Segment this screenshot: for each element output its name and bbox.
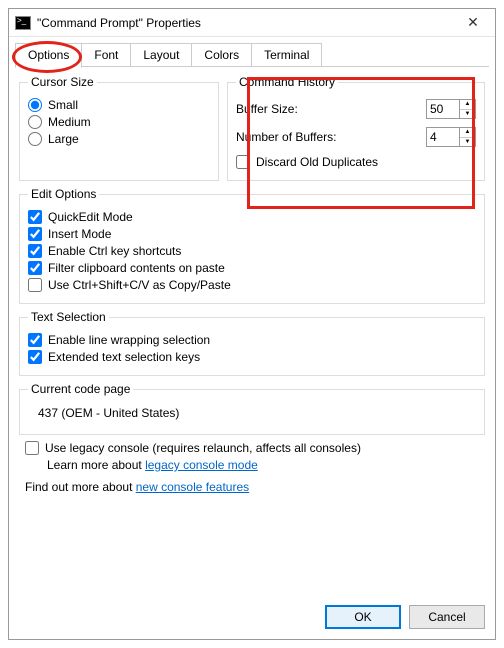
discard-dupes-label: Discard Old Duplicates bbox=[256, 155, 378, 169]
useshiftcv-label: Use Ctrl+Shift+C/V as Copy/Paste bbox=[48, 278, 231, 292]
cmd-icon bbox=[15, 16, 31, 30]
buffer-size-spinner[interactable]: ▲ ▼ bbox=[426, 99, 476, 119]
command-history-group: Command History Buffer Size: ▲ ▼ Number … bbox=[227, 75, 485, 181]
close-button[interactable]: ✕ bbox=[455, 10, 491, 36]
legacy-checkbox[interactable] bbox=[25, 441, 39, 455]
legacy-learn-link[interactable]: legacy console mode bbox=[145, 458, 258, 472]
cursor-size-legend: Cursor Size bbox=[28, 75, 97, 89]
cursor-small-radio[interactable] bbox=[28, 98, 42, 112]
linewrap-row[interactable]: Enable line wrapping selection bbox=[28, 333, 476, 347]
num-buffers-spinner[interactable]: ▲ ▼ bbox=[426, 127, 476, 147]
ctrlshort-label: Enable Ctrl key shortcuts bbox=[48, 244, 181, 258]
codepage-legend: Current code page bbox=[28, 382, 133, 396]
ok-button[interactable]: OK bbox=[325, 605, 401, 629]
linewrap-label: Enable line wrapping selection bbox=[48, 333, 210, 347]
useshiftcv-checkbox[interactable] bbox=[28, 278, 42, 292]
quickedit-row[interactable]: QuickEdit Mode bbox=[28, 210, 476, 224]
cursor-medium-row[interactable]: Medium bbox=[28, 115, 210, 129]
titlebar: "Command Prompt" Properties ✕ bbox=[9, 9, 495, 37]
text-selection-group: Text Selection Enable line wrapping sele… bbox=[19, 310, 485, 376]
quickedit-label: QuickEdit Mode bbox=[48, 210, 133, 224]
cancel-button[interactable]: Cancel bbox=[409, 605, 485, 629]
codepage-group: Current code page 437 (OEM - United Stat… bbox=[19, 382, 485, 435]
dialog-window: "Command Prompt" Properties ✕ Options Fo… bbox=[8, 8, 496, 640]
linewrap-checkbox[interactable] bbox=[28, 333, 42, 347]
filterclip-row[interactable]: Filter clipboard contents on paste bbox=[28, 261, 476, 275]
edit-options-legend: Edit Options bbox=[28, 187, 99, 201]
tab-font[interactable]: Font bbox=[81, 43, 131, 67]
window-title: "Command Prompt" Properties bbox=[37, 16, 455, 30]
text-selection-legend: Text Selection bbox=[28, 310, 109, 324]
findout-line: Find out more about new console features bbox=[25, 480, 479, 494]
legacy-row[interactable]: Use legacy console (requires relaunch, a… bbox=[25, 441, 479, 455]
tab-colors[interactable]: Colors bbox=[191, 43, 252, 67]
discard-dupes-row[interactable]: Discard Old Duplicates bbox=[236, 155, 476, 169]
cursor-small-label: Small bbox=[48, 98, 78, 112]
buffer-size-input[interactable] bbox=[427, 100, 459, 118]
cursor-small-row[interactable]: Small bbox=[28, 98, 210, 112]
cursor-large-radio[interactable] bbox=[28, 132, 42, 146]
findout-prefix: Find out more about bbox=[25, 480, 136, 494]
num-buffers-input[interactable] bbox=[427, 128, 459, 146]
tab-content: Cursor Size Small Medium Large Command H… bbox=[9, 67, 495, 494]
tab-terminal[interactable]: Terminal bbox=[251, 43, 322, 67]
extended-checkbox[interactable] bbox=[28, 350, 42, 364]
ctrlshort-checkbox[interactable] bbox=[28, 244, 42, 258]
buffer-size-down-icon[interactable]: ▼ bbox=[460, 110, 475, 120]
ctrlshort-row[interactable]: Enable Ctrl key shortcuts bbox=[28, 244, 476, 258]
cursor-size-group: Cursor Size Small Medium Large bbox=[19, 75, 219, 181]
findout-link[interactable]: new console features bbox=[136, 480, 249, 494]
filterclip-checkbox[interactable] bbox=[28, 261, 42, 275]
filterclip-label: Filter clipboard contents on paste bbox=[48, 261, 225, 275]
insert-checkbox[interactable] bbox=[28, 227, 42, 241]
quickedit-checkbox[interactable] bbox=[28, 210, 42, 224]
num-buffers-up-icon[interactable]: ▲ bbox=[460, 127, 475, 138]
tab-options[interactable]: Options bbox=[15, 43, 82, 68]
cursor-large-label: Large bbox=[48, 132, 79, 146]
legacy-learn-prefix: Learn more about bbox=[47, 458, 145, 472]
legacy-learn-line: Learn more about legacy console mode bbox=[47, 458, 479, 472]
button-bar: OK Cancel bbox=[325, 605, 485, 629]
edit-options-group: Edit Options QuickEdit Mode Insert Mode … bbox=[19, 187, 485, 304]
num-buffers-label: Number of Buffers: bbox=[236, 130, 337, 144]
cursor-medium-label: Medium bbox=[48, 115, 91, 129]
tabstrip: Options Font Layout Colors Terminal bbox=[9, 37, 495, 67]
legacy-label: Use legacy console (requires relaunch, a… bbox=[45, 441, 361, 455]
buffer-size-up-icon[interactable]: ▲ bbox=[460, 99, 475, 110]
insert-label: Insert Mode bbox=[48, 227, 111, 241]
cursor-large-row[interactable]: Large bbox=[28, 132, 210, 146]
command-history-legend: Command History bbox=[236, 75, 338, 89]
insert-row[interactable]: Insert Mode bbox=[28, 227, 476, 241]
codepage-value: 437 (OEM - United States) bbox=[38, 406, 466, 420]
tab-layout[interactable]: Layout bbox=[130, 43, 192, 67]
extended-row[interactable]: Extended text selection keys bbox=[28, 350, 476, 364]
extended-label: Extended text selection keys bbox=[48, 350, 200, 364]
buffer-size-label: Buffer Size: bbox=[236, 102, 298, 116]
useshiftcv-row[interactable]: Use Ctrl+Shift+C/V as Copy/Paste bbox=[28, 278, 476, 292]
discard-dupes-checkbox[interactable] bbox=[236, 155, 250, 169]
cursor-medium-radio[interactable] bbox=[28, 115, 42, 129]
num-buffers-down-icon[interactable]: ▼ bbox=[460, 138, 475, 148]
